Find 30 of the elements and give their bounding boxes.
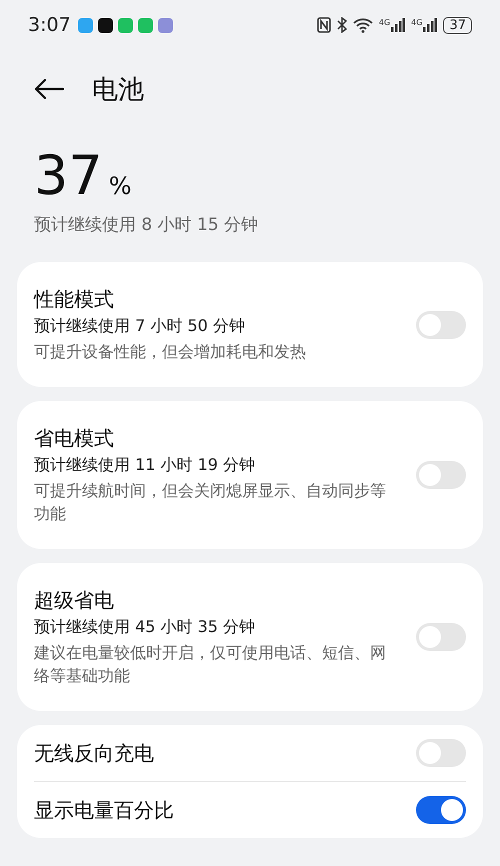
percent-unit: % xyxy=(108,172,132,200)
network-type: 4G xyxy=(411,18,422,27)
page-title: 电池 xyxy=(92,74,144,106)
battery-percent: 37 xyxy=(34,144,103,207)
mode-title: 省电模式 xyxy=(34,425,115,452)
signal-icon xyxy=(423,18,438,32)
remaining-time: 预计继续使用 8 小时 15 分钟 xyxy=(33,214,260,236)
mode-estimate: 预计继续使用 7 小时 50 分钟 xyxy=(34,316,246,337)
bluetooth-icon xyxy=(336,17,347,33)
mode-title: 超级省电 xyxy=(34,587,115,614)
network-type: 4G xyxy=(378,18,390,27)
signal-icon xyxy=(391,18,406,32)
mode-description: 可提升设备性能，但会增加耗电和发热 xyxy=(34,341,306,363)
mode-estimate: 预计继续使用 11 小时 19 分钟 xyxy=(34,455,256,476)
setting-title: 显示电量百分比 xyxy=(34,796,174,824)
mode-description: 建议在电量较低时开启，仅可使用电话、短信、网络等基础功能 xyxy=(34,642,387,687)
back-arrow-icon[interactable] xyxy=(34,78,64,100)
toggle-switch[interactable] xyxy=(416,623,466,651)
setting-title: 无线反向充电 xyxy=(34,740,154,766)
status-time: 3:07 xyxy=(28,14,71,36)
toggle-switch[interactable] xyxy=(416,796,466,824)
wifi-icon xyxy=(352,17,373,33)
toggle-switch[interactable] xyxy=(416,739,466,767)
battery-indicator: 37 xyxy=(443,16,472,34)
mode-description: 可提升续航时间，但会关闭熄屏显示、自动同步等功能 xyxy=(34,480,387,525)
toggle-switch[interactable] xyxy=(416,461,466,489)
nfc-icon xyxy=(316,17,331,33)
mode-estimate: 预计继续使用 45 小时 35 分钟 xyxy=(34,617,256,638)
mode-title: 性能模式 xyxy=(34,286,115,313)
toggle-switch[interactable] xyxy=(416,310,466,338)
